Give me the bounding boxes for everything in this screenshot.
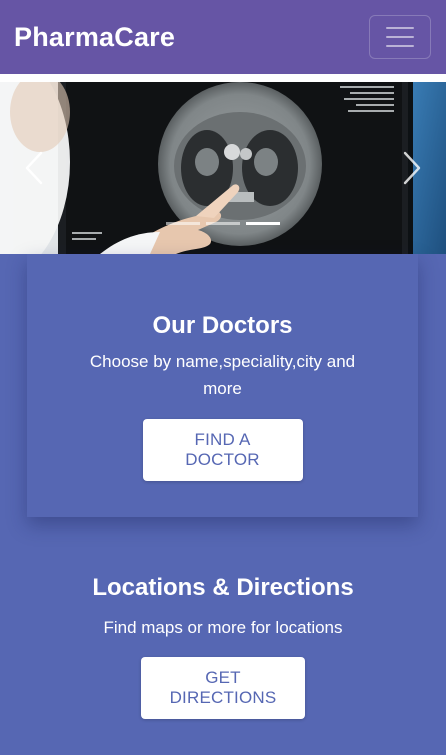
get-directions-button[interactable]: GET DIRECTIONS bbox=[141, 657, 305, 719]
nav-divider bbox=[0, 74, 446, 82]
carousel-prev-button[interactable] bbox=[14, 140, 54, 196]
carousel-image bbox=[0, 82, 446, 254]
brand-logo[interactable]: PharmaCare bbox=[14, 22, 175, 53]
carousel-next-button[interactable] bbox=[392, 140, 432, 196]
navbar: PharmaCare bbox=[0, 0, 446, 74]
locations-title: Locations & Directions bbox=[92, 574, 354, 601]
locations-subtitle: Find maps or more for locations bbox=[103, 618, 343, 637]
find-doctor-button[interactable]: FIND A DOCTOR bbox=[142, 419, 303, 481]
locations-section: Locations & Directions Find maps or more… bbox=[0, 560, 446, 719]
doctors-subtitle: Choose by name,speciality,city and more bbox=[89, 352, 356, 398]
carousel-indicator[interactable] bbox=[206, 222, 240, 225]
carousel-indicators bbox=[0, 222, 446, 225]
doctors-title: Our Doctors bbox=[152, 312, 293, 339]
carousel-indicator[interactable] bbox=[166, 222, 200, 225]
chevron-left-icon bbox=[25, 151, 43, 185]
chevron-right-icon bbox=[403, 151, 421, 185]
hamburger-menu-icon[interactable] bbox=[369, 15, 431, 59]
doctors-card: Our Doctors Choose by name,speciality,ci… bbox=[27, 254, 418, 517]
hero-carousel bbox=[0, 82, 446, 254]
carousel-indicator-active[interactable] bbox=[246, 222, 280, 225]
